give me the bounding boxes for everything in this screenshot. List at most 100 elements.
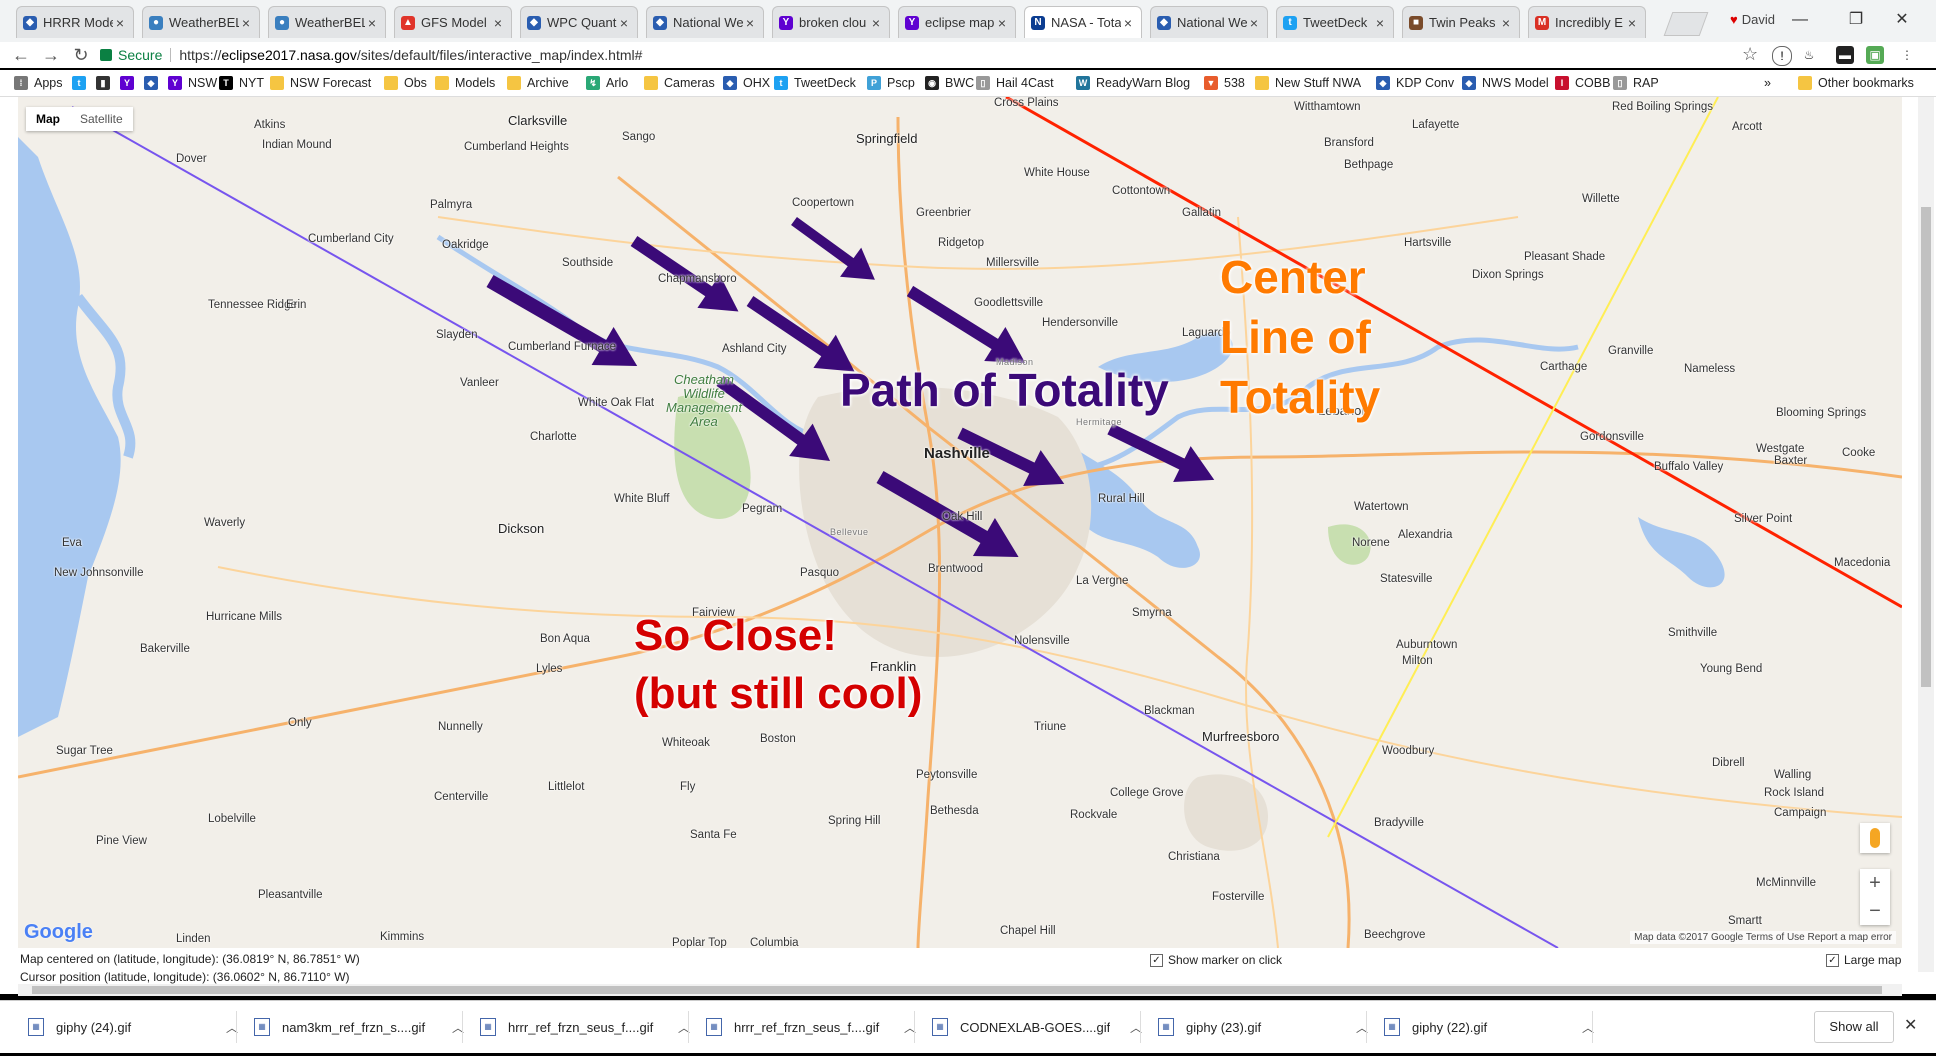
close-tab-icon[interactable]: × <box>1121 15 1135 31</box>
tab-12[interactable]: M Incredibly E × <box>1528 6 1646 38</box>
satellite-view-button[interactable]: Satellite <box>70 107 133 131</box>
map-attribution[interactable]: Map data ©2017 Google Terms of Use Repor… <box>1630 931 1896 944</box>
scroll-thumb[interactable] <box>1921 207 1931 687</box>
bookmark-3[interactable]: Y <box>120 74 140 92</box>
tab-11[interactable]: ■ Twin Peaks × <box>1402 6 1520 38</box>
bookmark-label: Obs <box>404 76 427 90</box>
close-tab-icon[interactable]: × <box>995 15 1009 31</box>
interactive-map[interactable]: Map Satellite Clarksville Atkins Indian Mo… <box>18 97 1902 948</box>
tab-3[interactable]: ▲ GFS Model × <box>394 6 512 38</box>
bookmark-10[interactable]: Archive <box>507 74 569 92</box>
bookmark-24[interactable]: ▯ RAP <box>1613 74 1659 92</box>
download-item[interactable]: ▦ CODNEXLAB-GOES....gif ︿ <box>932 1015 1142 1039</box>
bookmark-6[interactable]: T NYT <box>219 74 264 92</box>
user-profile[interactable]: ♥ David <box>1730 12 1775 27</box>
bookmark-2[interactable]: ▮ <box>96 74 116 92</box>
download-item[interactable]: ▦ giphy (22).gif ︿ <box>1384 1015 1594 1039</box>
back-button[interactable]: ← <box>10 44 32 66</box>
bookmark-13[interactable]: ◆ OHX <box>723 74 770 92</box>
new-tab-button[interactable] <box>1663 12 1709 36</box>
info-extension-icon[interactable]: ! <box>1772 46 1792 66</box>
show-all-button[interactable]: Show all <box>1814 1011 1894 1043</box>
close-tab-icon[interactable]: × <box>743 15 757 31</box>
download-item[interactable]: ▦ giphy (24).gif ︿ <box>28 1015 238 1039</box>
minimize-button[interactable]: — <box>1790 10 1810 30</box>
bookmark-16[interactable]: ◉ BWC <box>925 74 974 92</box>
close-tab-icon[interactable]: × <box>1373 15 1387 31</box>
bookmark-4[interactable]: ◆ <box>144 74 164 92</box>
bookmark-8[interactable]: Obs <box>384 74 427 92</box>
close-tab-icon[interactable]: × <box>1499 15 1513 31</box>
place-label: Bakerville <box>140 643 190 655</box>
bookmark-5[interactable]: Y NSW <box>168 74 217 92</box>
tab-5[interactable]: ◆ National We × <box>646 6 764 38</box>
bookmark-17[interactable]: ▯ Hail 4Cast <box>976 74 1054 92</box>
zoom-out-button[interactable]: − <box>1860 897 1890 925</box>
street-view-pegman-icon[interactable] <box>1860 823 1890 853</box>
bookmark-0[interactable]: ⁞ Apps <box>14 74 63 92</box>
hat-extension-icon[interactable]: ▬ <box>1836 46 1854 64</box>
address-bar[interactable]: Secure https://eclipse2017.nasa.gov/site… <box>100 43 1780 67</box>
tab-10[interactable]: t TweetDeck × <box>1276 6 1394 38</box>
large-map-checkbox[interactable]: ✓ Large map <box>1826 953 1901 967</box>
tab-strip: ◆ HRRR Mode × ● WeatherBEL × ● WeatherBEL × ▲ GFS … <box>0 0 1936 43</box>
tab-7[interactable]: Yeclipse map × <box>898 6 1016 38</box>
tab-2[interactable]: ● WeatherBEL × <box>268 6 386 38</box>
place-label: Campaign <box>1774 807 1827 819</box>
bookmarks-overflow[interactable]: » <box>1764 74 1771 92</box>
bookmark-22[interactable]: ◆ NWS Model <box>1462 74 1549 92</box>
close-shelf-icon[interactable]: ✕ <box>1904 1015 1917 1035</box>
bookmark-9[interactable]: Models <box>435 74 495 92</box>
tab-6[interactable]: Ybroken clou × <box>772 6 890 38</box>
tab-8[interactable]: N NASA - Tota × <box>1024 6 1142 38</box>
close-tab-icon[interactable]: × <box>869 15 883 31</box>
close-tab-icon[interactable]: × <box>365 15 379 31</box>
tab-1[interactable]: ● WeatherBEL × <box>142 6 260 38</box>
bookmark-14[interactable]: t TweetDeck <box>774 74 856 92</box>
bookmark-21[interactable]: ◆ KDP Conv <box>1376 74 1454 92</box>
download-filename: nam3km_ref_frzn_s....gif <box>282 1019 426 1035</box>
map-view-button[interactable]: Map <box>26 107 70 131</box>
other-bookmarks[interactable]: Other bookmarks <box>1798 74 1914 92</box>
reload-button[interactable]: ↻ <box>70 44 92 66</box>
close-tab-icon[interactable]: × <box>617 15 631 31</box>
close-tab-icon[interactable]: × <box>113 15 127 31</box>
page-icon: ▯ <box>1613 76 1627 90</box>
bookmark-12[interactable]: Cameras <box>644 74 715 92</box>
google-logo[interactable]: Google <box>24 921 93 944</box>
forward-button[interactable]: → <box>40 44 62 66</box>
bookmark-15[interactable]: P Pscp <box>867 74 915 92</box>
tab-9[interactable]: ◆ National We × <box>1150 6 1268 38</box>
close-window-button[interactable]: ✕ <box>1892 10 1912 30</box>
bookmark-7[interactable]: NSW Forecast <box>270 74 371 92</box>
tab-0[interactable]: ◆ HRRR Mode × <box>16 6 134 38</box>
bookmark-18[interactable]: W ReadyWarn Blog <box>1076 74 1190 92</box>
bookmark-20[interactable]: New Stuff NWA <box>1255 74 1361 92</box>
bookmark-23[interactable]: I COBB <box>1555 74 1610 92</box>
scroll-thumb[interactable] <box>32 986 1882 994</box>
close-tab-icon[interactable]: × <box>1247 15 1261 31</box>
close-tab-icon[interactable]: × <box>491 15 505 31</box>
download-item[interactable]: ▦ giphy (23).gif ︿ <box>1158 1015 1368 1039</box>
bookmark-19[interactable]: ▼ 538 <box>1204 74 1245 92</box>
download-item[interactable]: ▦ nam3km_ref_frzn_s....gif ︿ <box>254 1015 464 1039</box>
show-marker-checkbox[interactable]: ✓ Show marker on click <box>1150 953 1282 967</box>
vertical-scrollbar[interactable] <box>1918 97 1934 972</box>
download-filename: hrrr_ref_frzn_seus_f....gif <box>508 1019 654 1035</box>
close-tab-icon[interactable]: × <box>1625 15 1639 31</box>
zoom-in-button[interactable]: + <box>1860 869 1890 897</box>
bookmark-11[interactable]: ↯ Arlo <box>586 74 628 92</box>
bookmark-1[interactable]: t <box>72 74 92 92</box>
close-tab-icon[interactable]: × <box>239 15 253 31</box>
android-extension-icon[interactable]: ▣ <box>1866 46 1884 64</box>
download-item[interactable]: ▦ hrrr_ref_frzn_seus_f....gif ︿ <box>480 1015 690 1039</box>
menu-icon[interactable]: ⋮ <box>1898 46 1916 64</box>
maximize-button[interactable]: ❐ <box>1846 10 1866 30</box>
place-label: Oakridge <box>442 239 489 251</box>
download-item[interactable]: ▦ hrrr_ref_frzn_seus_f....gif ︿ <box>706 1015 916 1039</box>
twitter-icon: t <box>72 76 86 90</box>
tab-4[interactable]: ◆ WPC Quant × <box>520 6 638 38</box>
horizontal-scrollbar[interactable] <box>18 984 1902 996</box>
flame-extension-icon[interactable]: ♨ <box>1800 46 1818 64</box>
bookmark-star-icon[interactable]: ☆ <box>1742 44 1758 65</box>
